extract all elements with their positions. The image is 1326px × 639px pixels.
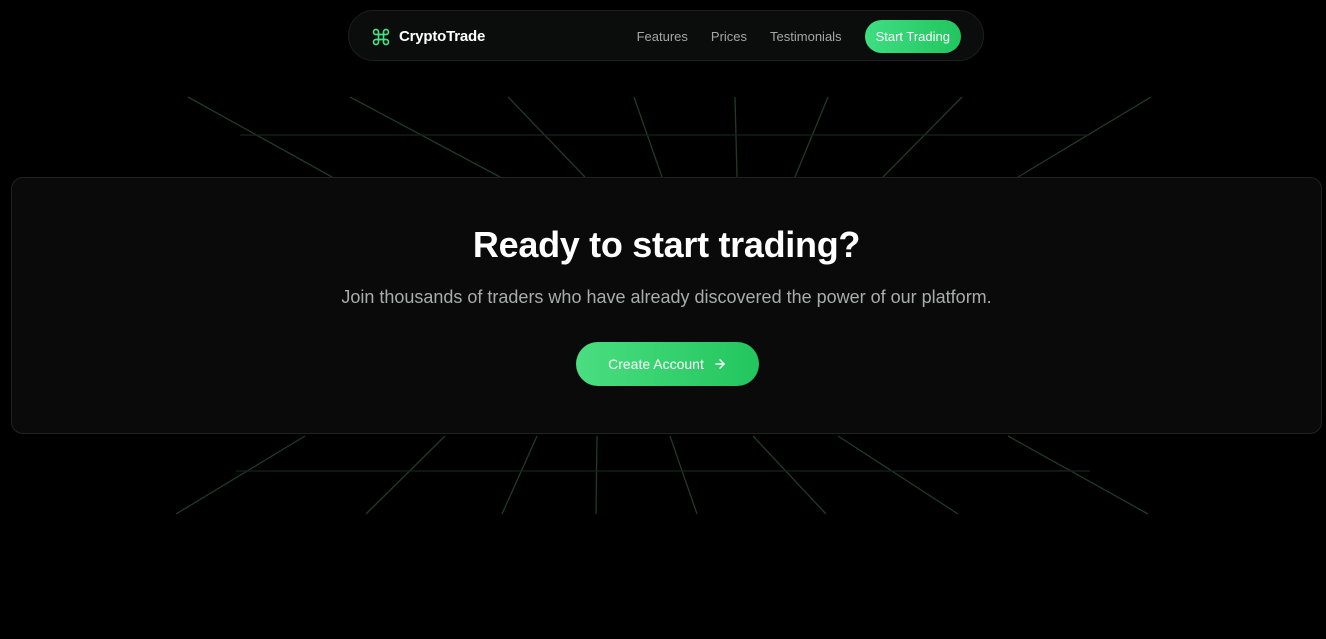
- brand-logo[interactable]: CryptoTrade: [371, 11, 485, 62]
- nav-link-features[interactable]: Features: [637, 29, 688, 44]
- arrow-right-icon: [713, 357, 727, 371]
- cta-card: Ready to start trading? Join thousands o…: [11, 177, 1322, 434]
- cta-subtitle: Join thousands of traders who have alrea…: [341, 287, 992, 307]
- start-trading-button[interactable]: Start Trading: [864, 20, 961, 53]
- navbar: CryptoTrade Features Prices Testimonials…: [348, 10, 984, 61]
- create-account-button[interactable]: Create Account: [576, 342, 759, 386]
- command-icon: [371, 27, 391, 47]
- brand-name: CryptoTrade: [399, 28, 486, 45]
- page: CryptoTrade Features Prices Testimonials…: [0, 0, 1326, 639]
- nav-links: Features Prices Testimonials Start Tradi…: [637, 11, 961, 62]
- cta-title: Ready to start trading?: [472, 224, 861, 265]
- create-account-label: Create Account: [608, 356, 704, 372]
- nav-link-prices[interactable]: Prices: [711, 29, 747, 44]
- nav-link-testimonials[interactable]: Testimonials: [770, 29, 842, 44]
